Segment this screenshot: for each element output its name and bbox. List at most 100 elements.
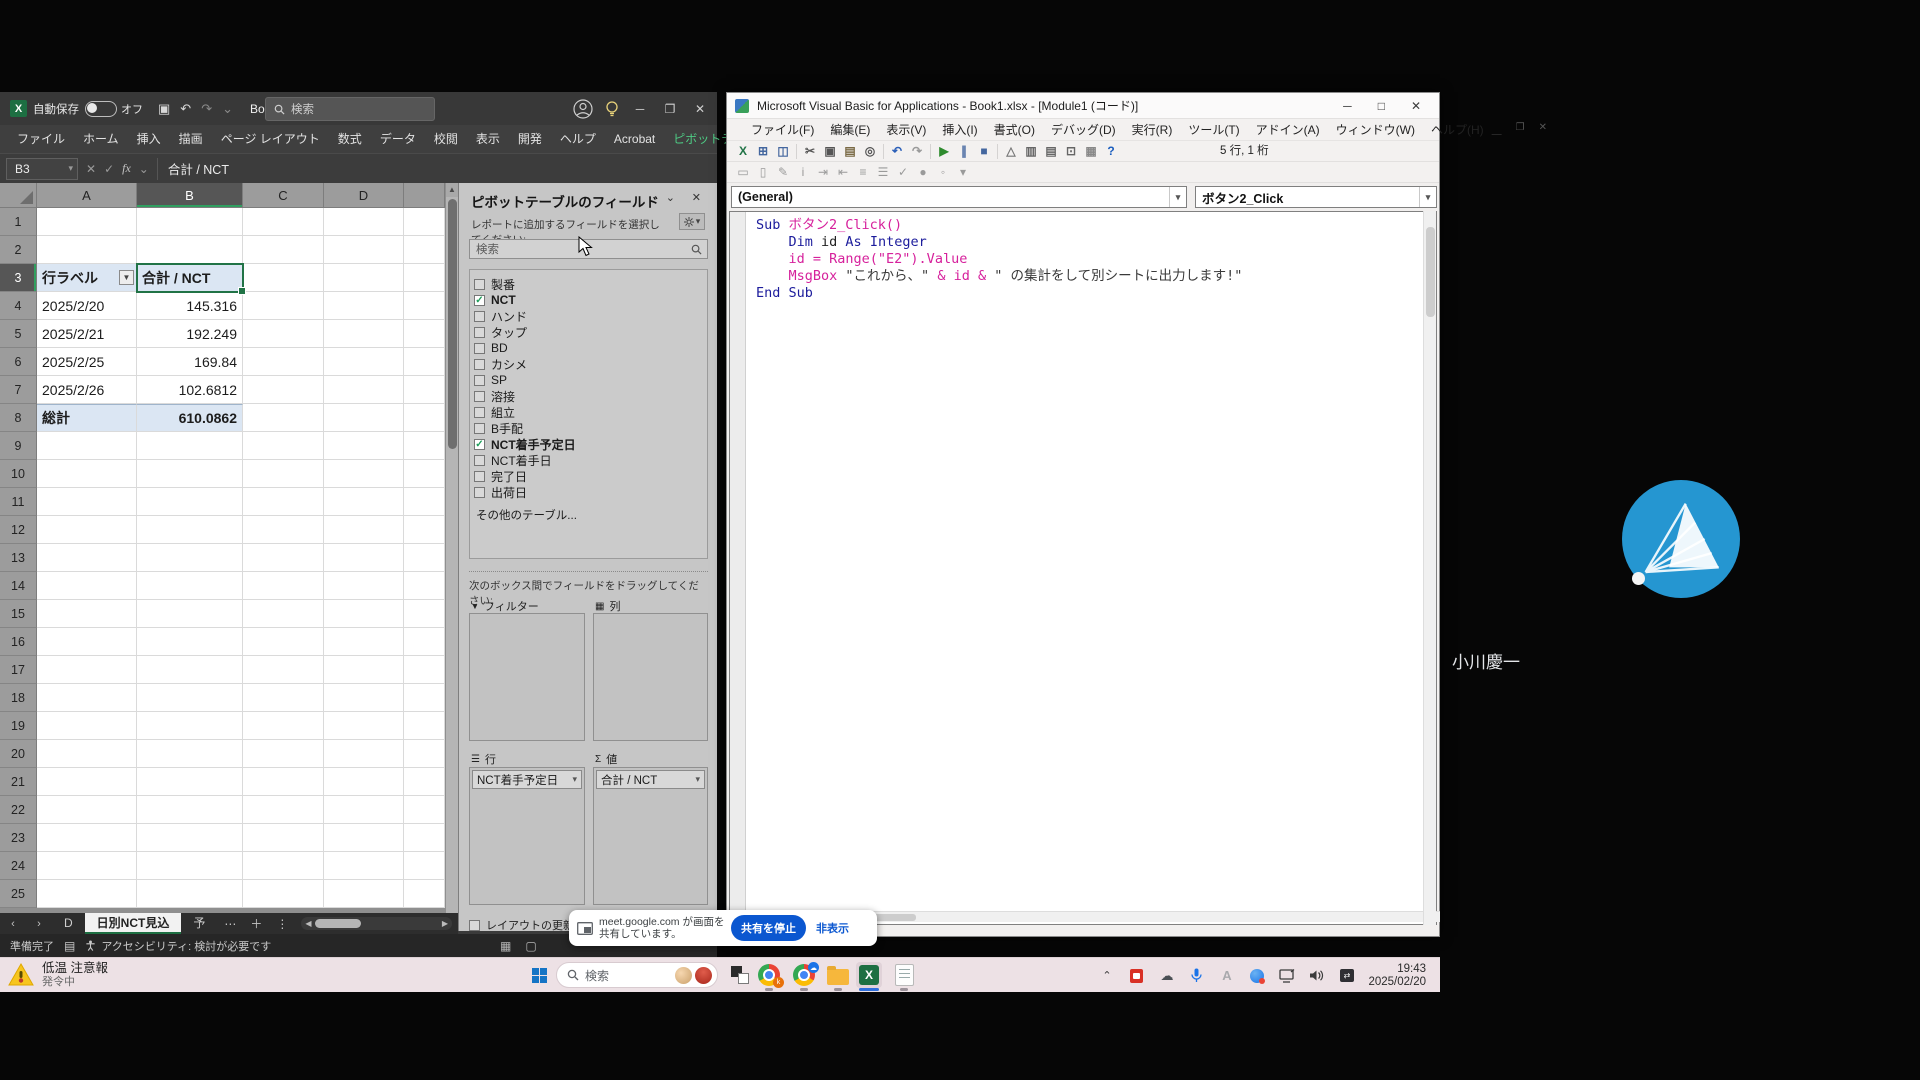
autosave-toggle[interactable]	[85, 101, 117, 117]
taskbar-clock[interactable]: 19:43 2025/02/20	[1368, 963, 1426, 989]
grid-cell[interactable]	[37, 488, 137, 516]
vba-vertical-scrollbar[interactable]	[1423, 211, 1436, 925]
grid-cell[interactable]	[324, 516, 404, 544]
filter-drop-zone[interactable]	[469, 613, 585, 741]
field-checkbox[interactable]	[474, 391, 485, 402]
grid-cell[interactable]	[37, 880, 137, 908]
grid-cell[interactable]	[137, 796, 243, 824]
field-item[interactable]: 組立	[474, 404, 705, 420]
vertical-scrollbar-thumb[interactable]	[448, 199, 457, 449]
save-icon[interactable]: ▣	[158, 101, 170, 117]
ribbon-tab[interactable]: ホーム	[74, 125, 128, 153]
tools-gear-icon[interactable]: ▾	[679, 213, 705, 230]
grid-cell[interactable]	[137, 572, 243, 600]
grid-cell[interactable]	[243, 460, 324, 488]
grid-cell[interactable]	[404, 320, 445, 348]
row-header[interactable]: 12	[0, 516, 37, 544]
close-button[interactable]: ✕	[691, 102, 709, 116]
chrome-profile-cloud-button[interactable]: ☁	[791, 962, 817, 988]
field-checkbox[interactable]	[474, 407, 485, 418]
sheet-prev-icon[interactable]: ‹	[0, 918, 26, 930]
pane-close-icon[interactable]: ✕	[692, 191, 701, 204]
grid-cell[interactable]	[243, 740, 324, 768]
grid-cell[interactable]	[324, 740, 404, 768]
select-all-corner[interactable]	[0, 183, 37, 208]
grid-cell[interactable]	[137, 684, 243, 712]
help-icon[interactable]: ?	[1101, 143, 1121, 160]
field-checkbox[interactable]	[474, 471, 485, 482]
grid-cell[interactable]: 145.316	[137, 292, 243, 320]
code-editor[interactable]: Sub ボタン2_Click() Dim id As Integer id = …	[729, 211, 1437, 925]
vba-menu-item[interactable]: アドイン(A)	[1248, 121, 1328, 138]
grid-cell[interactable]	[404, 740, 445, 768]
grid-cell[interactable]	[243, 572, 324, 600]
name-box-dropdown-icon[interactable]: ▾	[68, 163, 73, 174]
grid-cell[interactable]	[137, 824, 243, 852]
row-header[interactable]: 7	[0, 376, 37, 404]
undo-icon[interactable]: ↶	[887, 143, 907, 160]
account-icon[interactable]	[573, 99, 593, 119]
field-checkbox[interactable]	[474, 311, 485, 322]
rows-drop-zone[interactable]: NCT着手予定日▾	[469, 767, 585, 905]
qat-customize-icon[interactable]: ⌄	[222, 101, 233, 117]
list-constants-icon[interactable]: ▯	[753, 164, 773, 181]
toggle-breakpoint-icon[interactable]: ☰	[873, 164, 893, 181]
list-properties-icon[interactable]: ▭	[733, 164, 753, 181]
chevron-down-icon[interactable]: ▾	[695, 774, 700, 785]
grid-cell[interactable]	[37, 236, 137, 264]
grid-cell[interactable]	[324, 264, 404, 292]
file-explorer-button[interactable]	[825, 962, 851, 988]
row-header[interactable]: 20	[0, 740, 37, 768]
grid-cell[interactable]	[37, 768, 137, 796]
tray-chevron-icon[interactable]: ⌃	[1098, 967, 1115, 984]
page-layout-view-icon[interactable]: ▢	[525, 939, 536, 953]
row-header[interactable]: 25	[0, 880, 37, 908]
column-header[interactable]: B	[137, 183, 243, 208]
grid-cell[interactable]	[137, 852, 243, 880]
grid-cell[interactable]: 102.6812	[137, 376, 243, 404]
mdi-minimize-icon[interactable]: ＿	[1492, 122, 1502, 137]
ribbon-tab[interactable]: 開発	[509, 125, 551, 153]
grid-cell[interactable]	[137, 656, 243, 684]
grid-cell[interactable]	[37, 432, 137, 460]
more-tables-link[interactable]: その他のテーブル...	[476, 507, 705, 523]
filter-dropdown-icon[interactable]: ▼	[119, 270, 134, 285]
field-checkbox[interactable]	[474, 423, 485, 434]
weather-widget[interactable]: 低温 注意報 発令中	[8, 961, 108, 989]
grid-cell[interactable]	[404, 572, 445, 600]
copy-icon[interactable]: ▣	[820, 143, 840, 160]
grid-cell[interactable]	[37, 572, 137, 600]
grid-cell[interactable]: 2025/2/20	[37, 292, 137, 320]
field-item[interactable]: ✓NCT着手予定日	[474, 436, 705, 452]
sheet-more-icon[interactable]: ⋯	[217, 917, 243, 931]
ribbon-tab[interactable]: ヘルプ	[551, 125, 605, 153]
grid-cell[interactable]	[404, 488, 445, 516]
vba-menu-item[interactable]: ツール(T)	[1180, 121, 1247, 138]
row-header[interactable]: 6	[0, 348, 37, 376]
grid-cell[interactable]	[404, 656, 445, 684]
grid-cell[interactable]	[324, 460, 404, 488]
sheet-next-icon[interactable]: ›	[26, 918, 52, 930]
notepad-button[interactable]	[891, 962, 917, 988]
project-explorer-icon[interactable]: ▥	[1021, 143, 1041, 160]
grid-cell[interactable]	[404, 208, 445, 236]
grid-cell[interactable]	[137, 544, 243, 572]
grid-cell[interactable]	[404, 768, 445, 796]
field-item[interactable]: 製番	[474, 276, 705, 292]
vba-menu-item[interactable]: 表示(V)	[878, 121, 934, 138]
grid-cell[interactable]	[404, 460, 445, 488]
reset-icon[interactable]: ■	[974, 143, 994, 160]
defer-layout-checkbox[interactable]	[469, 920, 480, 931]
grid-cell[interactable]	[243, 348, 324, 376]
comment-block-icon[interactable]: ✓	[893, 164, 913, 181]
field-checkbox[interactable]	[474, 279, 485, 290]
mdi-restore-icon[interactable]: ❐	[1516, 122, 1525, 137]
design-mode-icon[interactable]: △	[1001, 143, 1021, 160]
grid-cell[interactable]	[137, 880, 243, 908]
row-header[interactable]: 10	[0, 460, 37, 488]
formula-expand-icon[interactable]: ⌄	[139, 162, 149, 176]
row-header[interactable]: 24	[0, 852, 37, 880]
grid-cell[interactable]	[404, 684, 445, 712]
sheet-tab[interactable]: 日別NCT見込	[85, 913, 182, 934]
row-header[interactable]: 9	[0, 432, 37, 460]
